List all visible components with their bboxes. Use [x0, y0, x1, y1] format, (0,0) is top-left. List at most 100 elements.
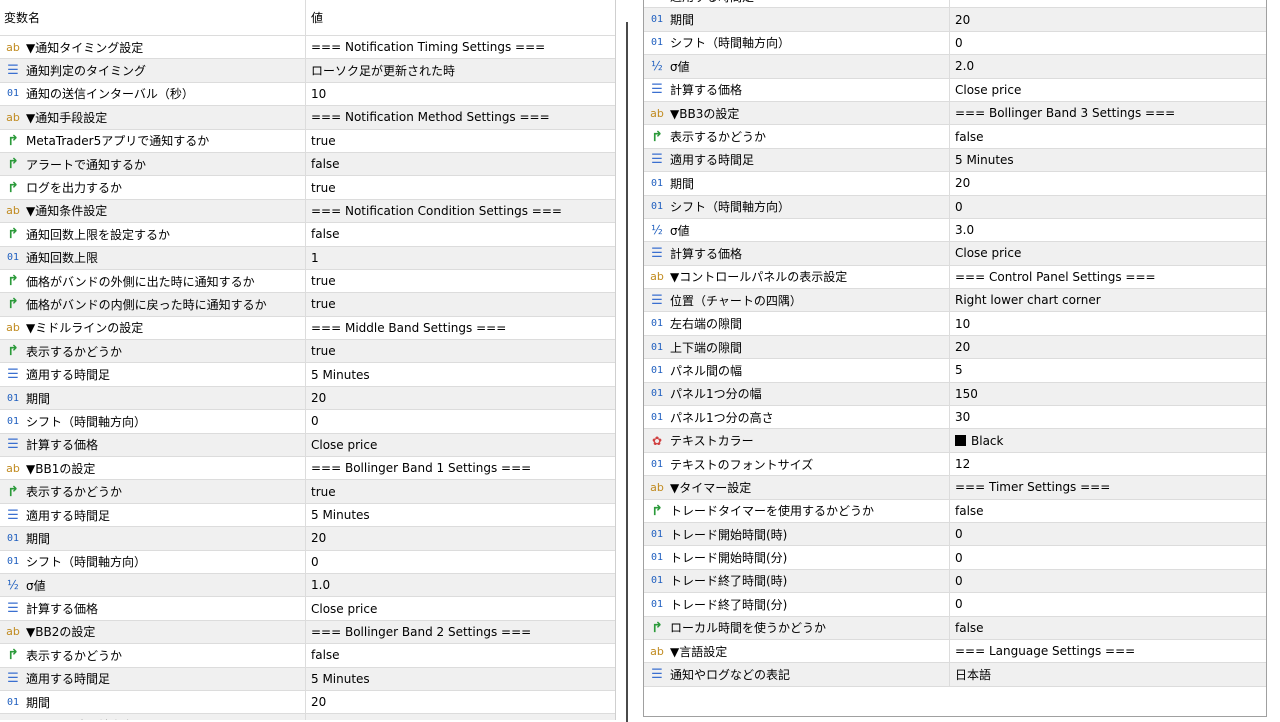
parameter-value-cell[interactable]: 20 — [950, 172, 1266, 194]
parameter-value-cell[interactable]: === Timer Settings === — [950, 476, 1266, 498]
table-row[interactable]: 01 上下端の隙間 20 — [644, 335, 1266, 360]
parameter-value-cell[interactable]: 20 — [306, 691, 615, 713]
parameter-value-cell[interactable]: === Bollinger Band 2 Settings === — [306, 621, 615, 643]
table-row[interactable]: 01 トレード開始時間(分) 0 — [644, 546, 1266, 570]
scrollbar-thumb[interactable] — [626, 22, 628, 722]
parameter-value-cell[interactable]: true — [306, 340, 615, 362]
table-row[interactable]: 01 パネル間の幅 5 — [644, 359, 1266, 383]
table-row[interactable]: ↱ ログを出力するか true — [0, 176, 615, 200]
parameter-value-cell[interactable]: true — [306, 176, 615, 198]
table-row[interactable]: ½ σ値 2.0 — [644, 55, 1266, 79]
table-row[interactable]: ↱ トレードタイマーを使用するかどうか false — [644, 499, 1266, 523]
parameter-value-cell[interactable]: Black — [950, 429, 1266, 451]
parameter-value-cell[interactable]: 20 — [950, 336, 1266, 358]
table-row[interactable]: ↱ 価格がバンドの内側に戻った時に通知するか true — [0, 293, 615, 317]
table-row[interactable]: ab ▼言語設定 === Language Settings === — [644, 639, 1266, 664]
parameter-value-cell[interactable]: 5 Minutes — [950, 0, 1266, 7]
table-row[interactable]: ab ▼BB3の設定 === Bollinger Band 3 Settings =… — [644, 101, 1266, 126]
table-row[interactable]: ☰ 計算する価格 Close price — [0, 597, 615, 621]
parameter-value-cell[interactable]: === Bollinger Band 3 Settings === — [950, 102, 1266, 124]
parameter-value-cell[interactable]: === Language Settings === — [950, 640, 1266, 662]
table-row[interactable]: ab ▼ミドルラインの設定 === Middle Band Settings === — [0, 316, 615, 341]
table-row[interactable]: ↱ 表示するかどうか true — [0, 480, 615, 504]
parameter-value-cell[interactable]: 5 Minutes — [306, 668, 615, 690]
parameter-value-cell[interactable]: false — [306, 223, 615, 245]
parameter-value-cell[interactable]: 5 Minutes — [950, 149, 1266, 171]
table-row[interactable]: ☰ 位置（チャートの四隅） Right lower chart corner — [644, 289, 1266, 313]
table-row[interactable]: 01 テキストのフォントサイズ 12 — [644, 452, 1266, 477]
table-row[interactable]: 01 通知の送信インターバル（秒） 10 — [0, 82, 615, 107]
parameter-value-cell[interactable]: === Control Panel Settings === — [950, 266, 1266, 288]
parameter-value-cell[interactable]: true — [306, 270, 615, 292]
table-row[interactable]: ↱ MetaTrader5アプリで通知するか true — [0, 129, 615, 153]
table-row[interactable]: 01 シフト（時間軸方向） 0 — [0, 410, 615, 434]
parameter-value-cell[interactable]: Close price — [950, 242, 1266, 264]
parameter-value-cell[interactable]: 20 — [950, 8, 1266, 30]
table-row[interactable]: ½ σ値 1.0 — [0, 573, 615, 598]
table-row[interactable]: 01 期間 20 — [0, 527, 615, 551]
parameter-value-cell[interactable] — [306, 714, 615, 720]
parameter-value-cell[interactable]: Close price — [950, 79, 1266, 101]
parameter-value-cell[interactable]: 12 — [950, 453, 1266, 475]
parameter-value-cell[interactable]: === Bollinger Band 1 Settings === — [306, 457, 615, 479]
table-row[interactable]: ab ▼通知タイミング設定 === Notification Timing Sett… — [0, 36, 615, 60]
parameter-value-cell[interactable]: ローソク足が更新された時 — [306, 59, 615, 81]
parameter-value-cell[interactable]: false — [306, 153, 615, 175]
table-row[interactable]: 01 パネル1つ分の幅 150 — [644, 382, 1266, 407]
table-row[interactable]: 01 シフト（時間軸方向） 0 — [644, 31, 1266, 56]
table-row[interactable]: ✿ テキストカラー Black — [644, 429, 1266, 453]
table-row[interactable]: ☰ 通知判定のタイミング ローソク足が更新された時 — [0, 59, 615, 83]
table-row[interactable]: 01 シフト（時間軸方向） 0 — [644, 195, 1266, 219]
column-header-name[interactable]: 変数名 — [0, 0, 306, 35]
table-row[interactable]: 01 シフト（時間軸方向） 0 — [0, 550, 615, 574]
parameter-value-cell[interactable]: 2.0 — [950, 55, 1266, 77]
table-row[interactable]: 01 期間 20 — [0, 386, 615, 411]
parameter-value-cell[interactable]: 0 — [950, 196, 1266, 218]
table-row[interactable]: ↱ アラートで通知するか false — [0, 152, 615, 177]
parameter-value-cell[interactable]: === Notification Condition Settings === — [306, 200, 615, 222]
parameter-value-cell[interactable]: false — [950, 125, 1266, 147]
parameter-value-cell[interactable]: false — [950, 500, 1266, 522]
parameter-value-cell[interactable]: 0 — [950, 546, 1266, 568]
table-row[interactable]: ☰ 適用する時間足 5 Minutes — [0, 667, 615, 691]
parameter-value-cell[interactable]: Right lower chart corner — [950, 289, 1266, 311]
parameter-value-cell[interactable]: 5 Minutes — [306, 363, 615, 385]
parameter-value-cell[interactable]: 3.0 — [950, 219, 1266, 241]
parameter-value-cell[interactable]: 1.0 — [306, 574, 615, 596]
parameter-value-cell[interactable]: 1 — [306, 247, 615, 269]
table-row[interactable]: ☰ 計算する価格 Close price — [644, 78, 1266, 102]
table-row[interactable]: 01 期間 20 — [644, 172, 1266, 196]
table-row[interactable]: 01 期間 20 — [644, 8, 1266, 32]
table-row[interactable]: ab ▼BB2の設定 === Bollinger Band 2 Settings =… — [0, 620, 615, 645]
parameter-value-cell[interactable]: 0 — [306, 410, 615, 432]
table-row[interactable]: 01 パネル1つ分の高さ 30 — [644, 406, 1266, 430]
table-row[interactable]: ☰ 適用する時間足 5 Minutes — [644, 0, 1266, 9]
parameter-value-cell[interactable]: 0 — [950, 32, 1266, 54]
table-row[interactable]: 01 トレード終了時間(時) 0 — [644, 569, 1266, 594]
table-row[interactable]: ab ▼通知手段設定 === Notification Method Setting… — [0, 106, 615, 130]
parameter-value-cell[interactable]: 0 — [950, 570, 1266, 592]
table-row[interactable]: ↱ 表示するかどうか true — [0, 340, 615, 364]
parameter-value-cell[interactable]: 20 — [306, 387, 615, 409]
table-row[interactable]: ab ▼コントロールパネルの表示設定 === Control Panel Setti… — [644, 265, 1266, 290]
parameter-value-cell[interactable]: 日本語 — [950, 663, 1266, 685]
table-row[interactable]: 01 トレード開始時間(時) 0 — [644, 522, 1266, 547]
table-row[interactable]: ab ▼タイマー設定 === Timer Settings === — [644, 476, 1266, 500]
table-row[interactable]: ↱ 価格がバンドの外側に出た時に通知するか true — [0, 269, 615, 294]
table-row[interactable]: ☰ 通知やログなどの表記 日本語 — [644, 663, 1266, 687]
table-row[interactable]: ☰ 適用する時間足 5 Minutes — [644, 148, 1266, 173]
table-row[interactable]: ab ▼BB1の設定 === Bollinger Band 1 Settings =… — [0, 457, 615, 481]
table-row[interactable]: 01 期間 20 — [0, 690, 615, 715]
parameter-value-cell[interactable]: 10 — [306, 83, 615, 105]
table-row[interactable]: ↱ 表示するかどうか false — [0, 644, 615, 668]
parameter-value-cell[interactable]: 0 — [950, 593, 1266, 615]
table-row[interactable]: ½ σ値 3.0 — [644, 218, 1266, 243]
table-row[interactable]: ☰ 計算する価格 Close price — [0, 433, 615, 458]
parameter-value-cell[interactable]: === Middle Band Settings === — [306, 317, 615, 339]
parameter-value-cell[interactable]: 5 Minutes — [306, 504, 615, 526]
table-row[interactable]: ↱ ローカル時間を使うかどうか false — [644, 616, 1266, 640]
table-row[interactable]: 01シフト（時間軸方向） — [0, 714, 615, 720]
parameter-value-cell[interactable]: === Notification Method Settings === — [306, 106, 615, 128]
parameter-value-cell[interactable]: 30 — [950, 406, 1266, 428]
table-row[interactable]: ↱ 表示するかどうか false — [644, 125, 1266, 149]
